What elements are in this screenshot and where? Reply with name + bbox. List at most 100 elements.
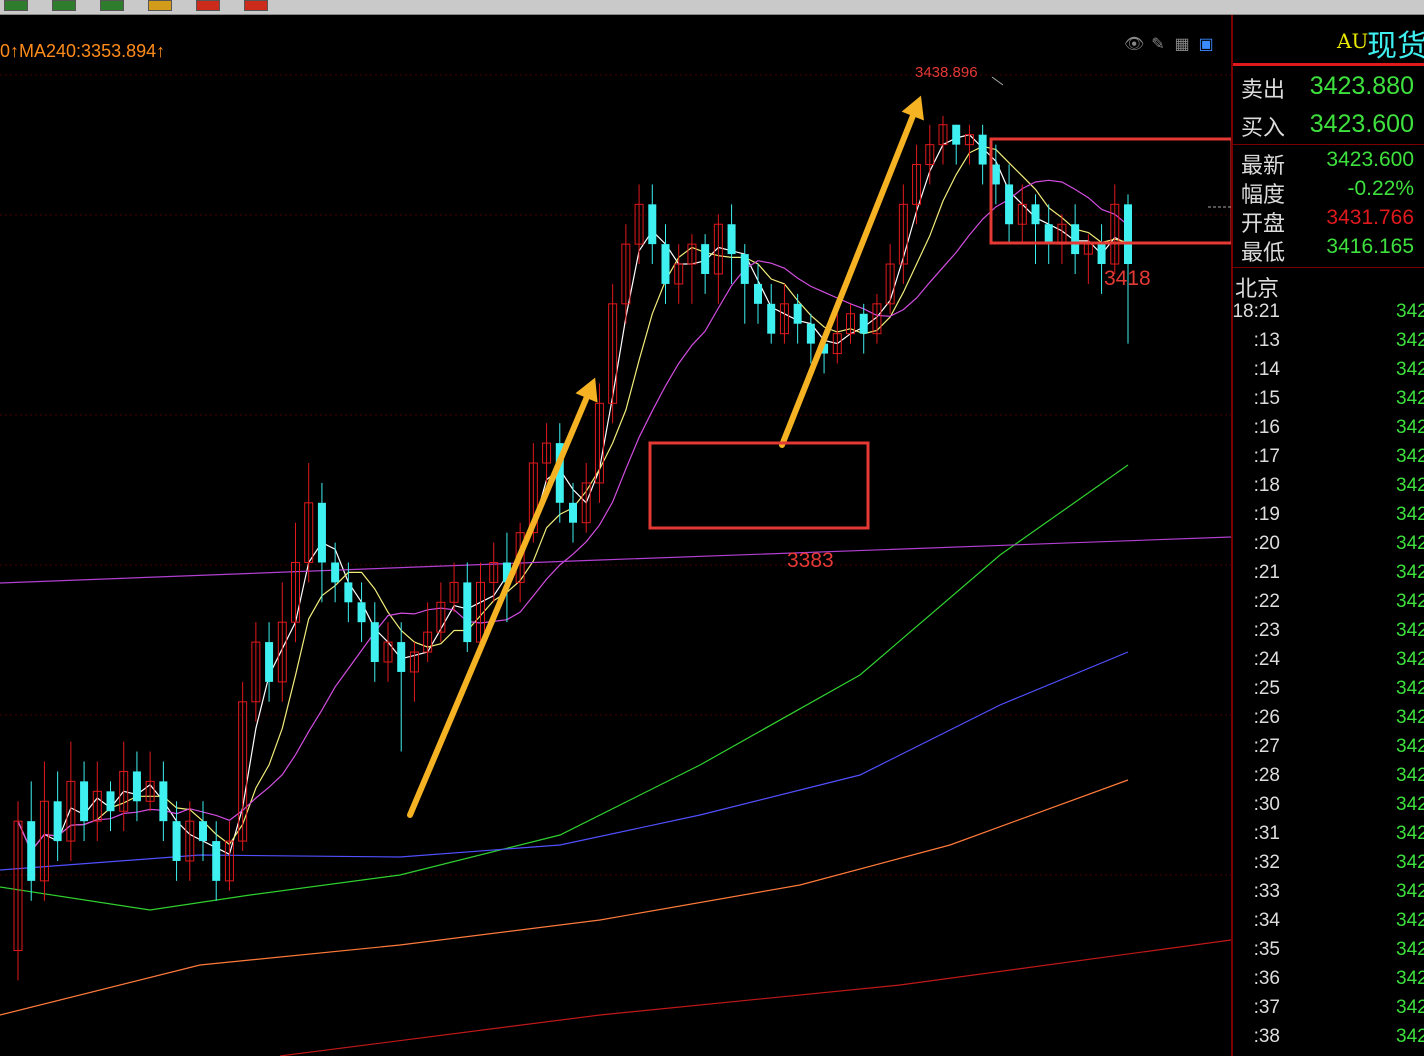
- tick-time: :33: [1253, 881, 1280, 902]
- tick-price: 342: [1396, 997, 1424, 1018]
- candle-down: [569, 502, 577, 523]
- tick-row: :15 342: [1233, 388, 1424, 417]
- tick-price: 342: [1396, 939, 1424, 960]
- peak-price-label: 3438.896: [915, 64, 978, 81]
- candle-down: [1124, 204, 1132, 265]
- sell-value: 3423.880: [1309, 72, 1414, 100]
- tick-row: :22 342: [1233, 591, 1424, 620]
- candle-down: [1031, 204, 1040, 225]
- tick-row: :35 342: [1233, 939, 1424, 968]
- tick-price: 342: [1396, 591, 1424, 612]
- tick-price: 342: [1396, 968, 1424, 989]
- tick-time: :30: [1253, 794, 1280, 815]
- sell-label: 卖出: [1241, 77, 1286, 102]
- symbol-name: 现货: [1367, 30, 1424, 63]
- tick-time: :36: [1253, 968, 1280, 989]
- divider: [1233, 144, 1424, 145]
- open-label: 开盘: [1241, 211, 1286, 236]
- buy-row: 买入 3423.600: [1233, 110, 1424, 140]
- pencil-icon[interactable]: ✎: [1148, 35, 1168, 55]
- candle-down: [53, 801, 62, 842]
- candle-down: [1005, 184, 1014, 225]
- candlestick-chart[interactable]: 0↑MA240:3353.894↑ 👁 ✎ ▦ ▣ 3383 3418 3438…: [0, 15, 1231, 1056]
- tick-price: 342: [1396, 910, 1424, 931]
- tick-price: 342: [1396, 707, 1424, 728]
- tick-time: :34: [1253, 910, 1280, 931]
- divider: [1233, 267, 1424, 268]
- tick-time: :19: [1253, 504, 1280, 525]
- trend-arrow-1-shaft: [407, 382, 595, 818]
- chart-icon[interactable]: [196, 0, 220, 11]
- tick-price: 342: [1396, 620, 1424, 641]
- region-row: 北京: [1233, 271, 1424, 301]
- chart-icon[interactable]: [148, 0, 172, 11]
- candle-down: [317, 502, 326, 563]
- sell-row: 卖出 3423.880: [1233, 72, 1424, 102]
- candle-down: [661, 244, 670, 284]
- trend-arrow-2-shaft: [779, 100, 921, 448]
- low-label: 最低: [1241, 240, 1286, 265]
- change-row: 幅度 -0.22%: [1233, 177, 1424, 207]
- change-label: 幅度: [1241, 182, 1286, 207]
- ma-line-180: [0, 779, 1129, 1016]
- chart-canvas[interactable]: [0, 15, 1231, 1056]
- tick-row: :27 342: [1233, 736, 1424, 765]
- tick-time: :22: [1253, 591, 1280, 612]
- tick-row: :34 342: [1233, 910, 1424, 939]
- tick-time: 18:21: [1232, 301, 1280, 322]
- candle-down: [265, 642, 274, 682]
- chart-icon[interactable]: [52, 0, 76, 11]
- tick-row: :30 342: [1233, 794, 1424, 823]
- candle-down: [1071, 224, 1080, 255]
- tick-price: 342: [1396, 388, 1424, 409]
- open-value: 3431.766: [1326, 206, 1414, 229]
- tick-time: :15: [1253, 388, 1280, 409]
- annotation-low-2: 3418: [1104, 267, 1151, 290]
- tick-time: :17: [1253, 446, 1280, 467]
- tick-time: :26: [1253, 707, 1280, 728]
- tick-time: :35: [1253, 939, 1280, 960]
- low-row: 最低 3416.165: [1233, 235, 1424, 265]
- latest-label: 最新: [1241, 153, 1286, 178]
- candle-down: [952, 124, 961, 145]
- tick-price: 342: [1396, 794, 1424, 815]
- chart-icon[interactable]: [4, 0, 28, 11]
- chart-icon[interactable]: [244, 0, 268, 11]
- tick-price: 342: [1396, 533, 1424, 554]
- ma-line-60: [0, 464, 1129, 911]
- low-value: 3416.165: [1326, 235, 1414, 258]
- ma240-label: 0↑MA240:3353.894↑: [0, 41, 166, 61]
- tick-time: :32: [1253, 852, 1280, 873]
- candle-down: [344, 582, 353, 603]
- tick-time: :38: [1253, 1026, 1280, 1047]
- grid-icon[interactable]: ▦: [1172, 35, 1192, 55]
- annotation-low-1: 3383: [787, 549, 834, 572]
- chart-icon[interactable]: [100, 0, 124, 11]
- tick-time: :21: [1253, 562, 1280, 583]
- tick-time: :31: [1253, 823, 1280, 844]
- tick-time: :23: [1253, 620, 1280, 641]
- tick-price: 342: [1396, 504, 1424, 525]
- quote-panel: AU 现货 卖出 3423.880 买入 3423.600 最新 3423.60…: [1231, 15, 1424, 1056]
- candle-down: [106, 791, 115, 812]
- tick-row: :23 342: [1233, 620, 1424, 649]
- candle-down: [1097, 244, 1106, 265]
- layout-icon[interactable]: ▣: [1196, 35, 1216, 55]
- eye-icon[interactable]: 👁: [1124, 35, 1144, 55]
- candle-down: [80, 781, 89, 822]
- tick-price: 342: [1396, 881, 1424, 902]
- latest-row: 最新 3423.600: [1233, 148, 1424, 178]
- tick-time: :14: [1253, 359, 1280, 380]
- candle-down: [212, 841, 221, 881]
- tick-row: :31 342: [1233, 823, 1424, 852]
- tick-price: 342: [1396, 649, 1424, 670]
- tick-price: 342: [1396, 1026, 1424, 1047]
- tick-time: :28: [1253, 765, 1280, 786]
- candle-down: [357, 602, 366, 623]
- open-row: 开盘 3431.766: [1233, 206, 1424, 236]
- candle-down: [370, 622, 379, 662]
- tick-time: :18: [1253, 475, 1280, 496]
- candle-down: [648, 204, 657, 245]
- symbol-code: AU: [1337, 29, 1369, 53]
- candle-down: [172, 821, 181, 861]
